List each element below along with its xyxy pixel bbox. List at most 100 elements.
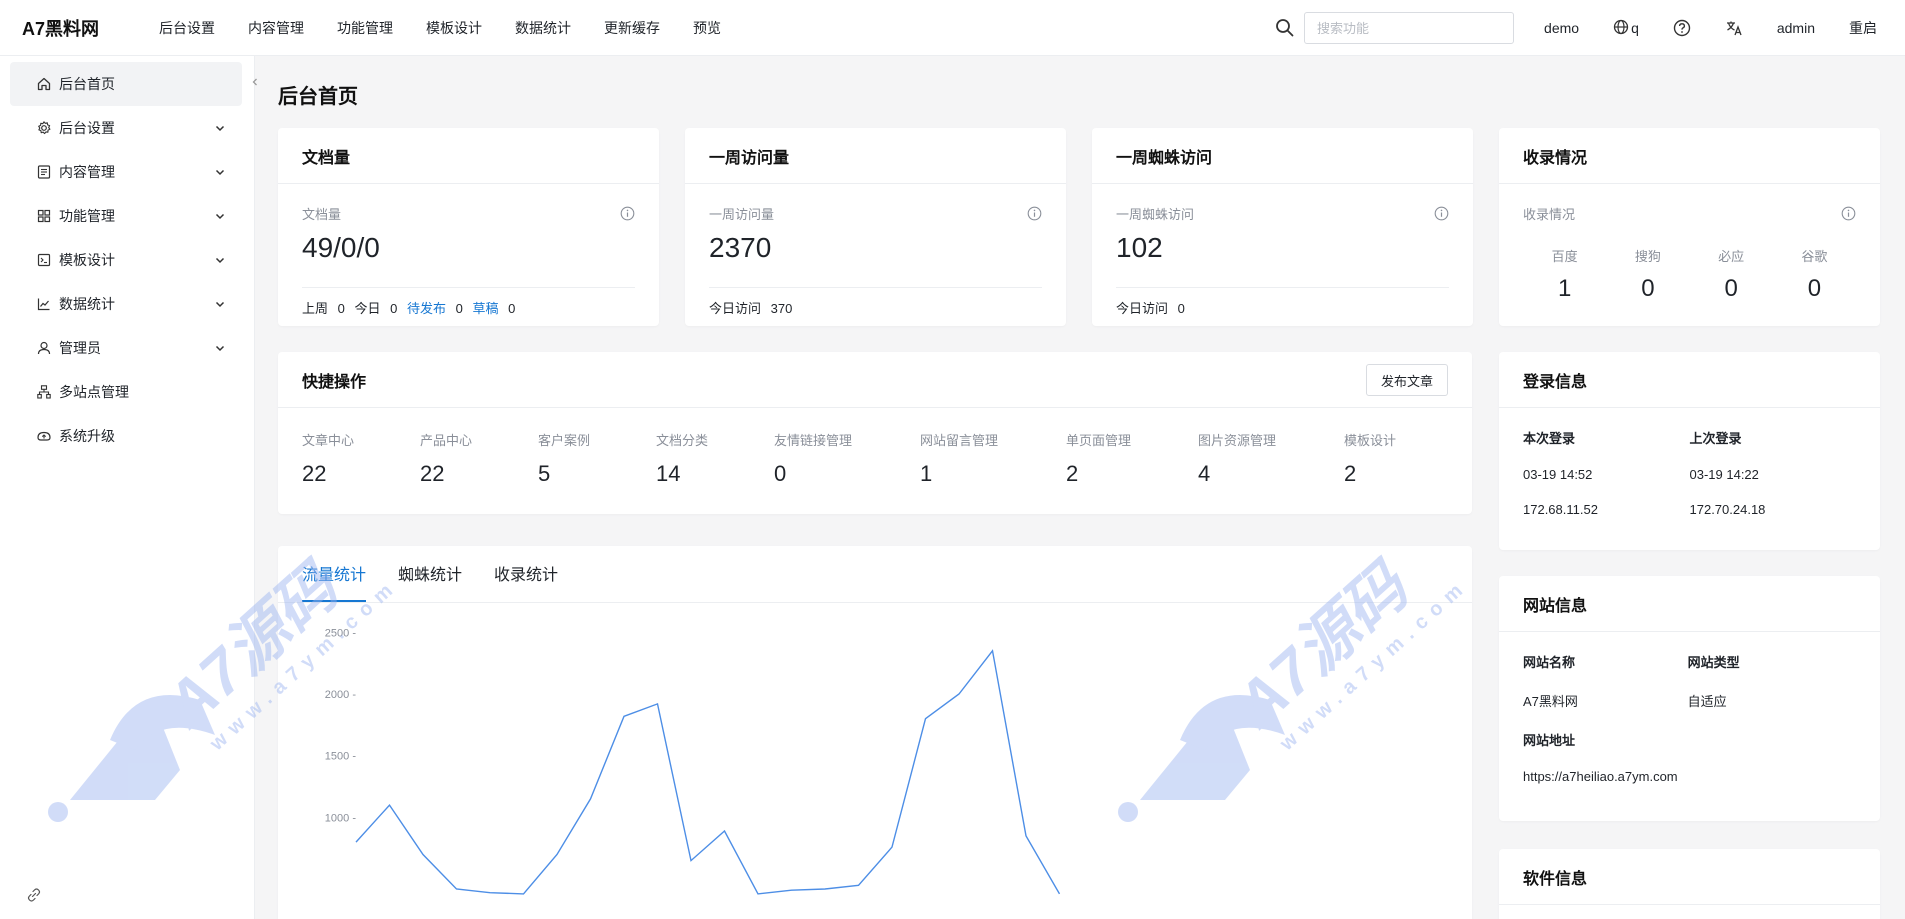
top-nav-update-cache[interactable]: 更新缓存 [604,18,660,38]
engine-baidu: 百度 1 [1535,246,1595,303]
network-icon [36,384,52,400]
engine-name: 搜狗 [1634,249,1661,264]
site-url-value[interactable]: https://a7heiliao.a7ym.com [1523,769,1823,784]
top-nav: 后台设置 内容管理 功能管理 模板设计 数据统计 更新缓存 预览 [159,18,754,38]
software-info-card: 软件信息 [1499,849,1880,919]
info-icon[interactable] [1841,206,1856,221]
chart-icon [36,296,52,312]
sidebar-collapse-icon[interactable] [248,75,262,89]
site-switch[interactable]: demo [1544,20,1579,36]
site-url-label: 网站地址 [1523,733,1576,748]
quick-item-articles[interactable]: 文章中心 22 [302,430,420,487]
tab-indexing[interactable]: 收录统计 [494,561,558,602]
stat-footer: 今日访问 0 [1116,298,1191,317]
doc-count-card: 文档量 文档量 49/0/0 上周 0 今日 0 待发布 0 草稿 0 [278,128,659,326]
restart-button[interactable]: 重启 [1849,18,1877,38]
pending-link[interactable]: 待发布 [407,301,446,316]
stat-label: 一周访问量 [709,207,775,222]
quick-item-links[interactable]: 友情链接管理 0 [774,430,920,487]
statistics-chart-card: 流量统计 蜘蛛统计 收录统计 2500 - 2000 - 1500 - 1000 - [278,546,1472,919]
sidebar-item-upgrade[interactable]: 系统升级 [10,414,242,458]
link-icon[interactable] [26,887,42,903]
language-label: q [1631,20,1639,36]
info-row: 03-19 14:52 03-19 14:22 [1523,467,1856,482]
site-type-label: 网站类型 [1687,655,1740,670]
top-nav-preview[interactable]: 预览 [693,18,721,38]
divider [302,287,635,288]
today-spider-label: 今日访问 [1116,301,1169,316]
sidebar-item-label: 数据统计 [59,296,115,312]
translate-icon [1725,19,1743,37]
page-title: 后台首页 [278,86,358,108]
quick-item-images[interactable]: 图片资源管理 4 [1198,430,1344,487]
card-title: 登录信息 [1499,352,1880,408]
publish-article-button[interactable]: 发布文章 [1365,364,1448,396]
home-icon [36,76,52,92]
main-content: 后台首页 文档量 文档量 49/0/0 上周 0 今日 0 待发布 0 草稿 0… [278,56,1905,919]
top-nav-content[interactable]: 内容管理 [248,18,304,38]
spider-visits-card: 一周蜘蛛访问 一周蜘蛛访问 102 今日访问 0 [1092,128,1473,326]
top-nav-template[interactable]: 模板设计 [426,18,482,38]
top-nav-features[interactable]: 功能管理 [337,18,393,38]
info-icon[interactable] [620,206,635,221]
engine-count: 0 [1807,275,1822,302]
quick-item-pages[interactable]: 单页面管理 2 [1066,430,1198,487]
language-switch[interactable]: q [1613,19,1639,37]
today-visits-label: 今日访问 [709,301,762,316]
card-title: 软件信息 [1499,849,1880,905]
quick-item-count: 4 [1198,461,1211,486]
series-line [355,649,1061,895]
chart-tabs: 流量统计 蜘蛛统计 收录统计 [302,546,590,602]
card-title: 网站信息 [1499,576,1880,632]
draft-link[interactable]: 草稿 [473,301,499,316]
sidebar-item-template[interactable]: 模板设计 [10,238,242,282]
help-button[interactable] [1673,19,1691,37]
tab-spider[interactable]: 蜘蛛统计 [398,561,462,602]
top-nav-statistics[interactable]: 数据统计 [515,18,571,38]
site-type-value: 自适应 [1687,694,1727,709]
traffic-line-chart: 2500 - 2000 - 1500 - 1000 - [325,627,1061,895]
translate-button[interactable] [1725,19,1743,37]
sidebar-item-admins[interactable]: 管理员 [10,326,242,370]
sidebar-item-backend-settings[interactable]: 后台设置 [10,106,242,150]
last-week-label: 上周 [302,301,329,316]
sidebar-item-label: 系统升级 [59,428,115,444]
quick-item-products[interactable]: 产品中心 22 [420,430,538,487]
last-login-label: 上次登录 [1689,431,1742,446]
quick-item-count: 0 [774,461,787,486]
info-icon[interactable] [1434,206,1449,221]
quick-item-count: 22 [302,461,327,486]
tab-traffic[interactable]: 流量统计 [302,561,367,602]
pending-value: 0 [455,301,463,316]
engine-bing: 必应 0 [1701,246,1761,303]
admin-menu[interactable]: admin [1777,20,1815,36]
quick-item-label: 单页面管理 [1066,433,1132,448]
top-nav-backend-settings[interactable]: 后台设置 [159,18,215,38]
stat-value: 49/0/0 [302,232,380,263]
stat-label: 一周蜘蛛访问 [1116,207,1195,222]
info-row: https://a7heiliao.a7ym.com [1523,769,1856,784]
quick-item-templates[interactable]: 模板设计 2 [1344,430,1444,487]
quick-item-count: 1 [920,461,933,486]
chevron-down-icon [214,209,226,221]
quick-item-categories[interactable]: 文档分类 14 [656,430,774,487]
info-icon[interactable] [1027,206,1042,221]
last-login-ip: 172.70.24.18 [1689,502,1766,517]
site-name-value: A7黑料网 [1523,694,1578,709]
logo[interactable]: A7黑料网 [0,15,156,41]
sidebar-item-features[interactable]: 功能管理 [10,194,242,238]
sidebar-item-label: 模板设计 [59,252,115,268]
current-login-label: 本次登录 [1523,431,1576,446]
quick-item-messages[interactable]: 网站留言管理 1 [920,430,1066,487]
document-icon [36,164,52,180]
search-input[interactable] [1304,12,1515,44]
quick-item-cases[interactable]: 客户案例 5 [538,430,656,487]
sidebar-item-multisite[interactable]: 多站点管理 [10,370,242,414]
engine-name: 百度 [1551,249,1578,264]
sidebar-item-content[interactable]: 内容管理 [10,150,242,194]
quick-items: 文章中心 22 产品中心 22 客户案例 5 文档分类 14 友情链接管理 0 … [302,430,1444,487]
sidebar-item-statistics[interactable]: 数据统计 [10,282,242,326]
info-row: 网站名称 网站类型 [1523,652,1856,671]
search-icon[interactable] [1274,17,1296,39]
sidebar-item-home[interactable]: 后台首页 [10,62,242,106]
